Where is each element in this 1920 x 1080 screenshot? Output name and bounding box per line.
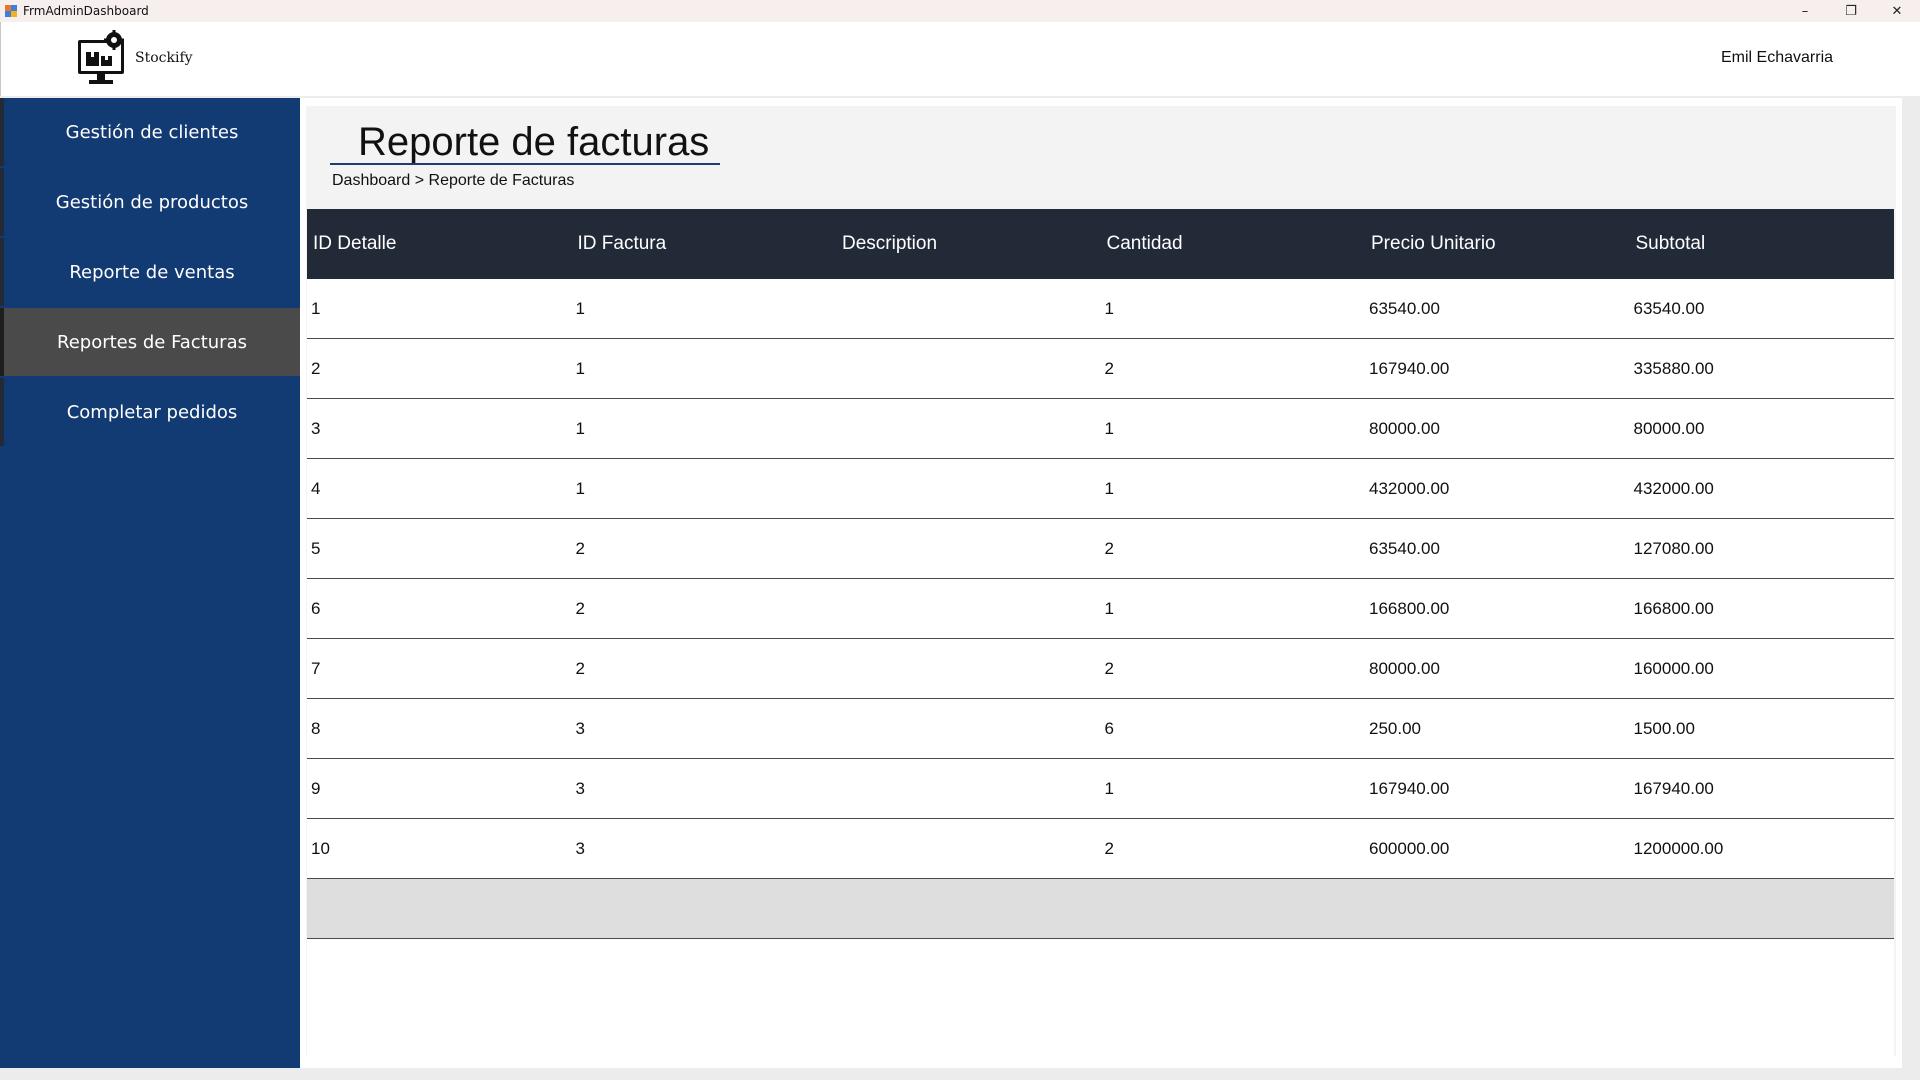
column-header-id-factura[interactable]: ID Factura: [572, 233, 837, 255]
cell-precio-unitario[interactable]: 600000.00: [1365, 839, 1630, 859]
cell-subtotal[interactable]: 127080.00: [1630, 539, 1895, 559]
cell-id-detalle[interactable]: 1: [307, 299, 572, 319]
table-row[interactable]: 9 3 1 167940.00 167940.00: [307, 759, 1894, 819]
table-body: 1 1 1 63540.00 63540.00 2 1 2 167940.00 …: [307, 279, 1894, 1057]
cell-id-factura[interactable]: 1: [572, 299, 837, 319]
cell-id-factura[interactable]: 1: [572, 359, 837, 379]
sidebar-item-label: Completar pedidos: [66, 401, 238, 423]
sidebar-item-gestion-clientes[interactable]: Gestión de clientes: [0, 98, 300, 166]
cell-cantidad[interactable]: 1: [1101, 419, 1366, 439]
sidebar-item-label: Reporte de ventas: [69, 261, 235, 283]
cell-cantidad[interactable]: 1: [1101, 599, 1366, 619]
cell-subtotal[interactable]: 1500.00: [1630, 719, 1895, 739]
page-title: Reporte de facturas: [358, 120, 710, 164]
breadcrumb: Dashboard > Reporte de Facturas: [332, 172, 575, 189]
column-header-description[interactable]: Description: [836, 233, 1101, 255]
monitor-gear-logo-icon: [78, 30, 124, 84]
cell-subtotal[interactable]: 63540.00: [1630, 299, 1895, 319]
brand-name: Stockify: [135, 50, 193, 66]
app-header: Stockify Emil Echavarria: [0, 22, 1920, 96]
sidebar-item-gestion-productos[interactable]: Gestión de productos: [0, 168, 300, 236]
table-row[interactable]: 8 3 6 250.00 1500.00: [307, 699, 1894, 759]
cell-subtotal[interactable]: 432000.00: [1630, 479, 1895, 499]
table-row[interactable]: 7 2 2 80000.00 160000.00: [307, 639, 1894, 699]
cell-id-factura[interactable]: 2: [572, 539, 837, 559]
cell-id-detalle[interactable]: 6: [307, 599, 572, 619]
cell-id-detalle[interactable]: 9: [307, 779, 572, 799]
app-icon: [5, 5, 17, 17]
cell-id-factura[interactable]: 3: [572, 779, 837, 799]
column-header-id-detalle[interactable]: ID Detalle: [307, 233, 572, 255]
sidebar-item-label: Gestión de productos: [55, 191, 249, 213]
table-row[interactable]: 3 1 1 80000.00 80000.00: [307, 399, 1894, 459]
table-row[interactable]: 6 2 1 166800.00 166800.00: [307, 579, 1894, 639]
cell-cantidad[interactable]: 2: [1101, 539, 1366, 559]
table-row[interactable]: 10 3 2 600000.00 1200000.00: [307, 819, 1894, 879]
sidebar-item-reportes-facturas[interactable]: Reportes de Facturas: [0, 308, 300, 376]
invoice-details-table[interactable]: ID Detalle ID Factura Description Cantid…: [307, 209, 1894, 1057]
cell-id-detalle[interactable]: 4: [307, 479, 572, 499]
sidebar-item-label: Reportes de Facturas: [57, 331, 247, 353]
cell-precio-unitario[interactable]: 167940.00: [1365, 359, 1630, 379]
cell-subtotal[interactable]: 1200000.00: [1630, 839, 1895, 859]
cell-id-factura[interactable]: 2: [572, 659, 837, 679]
cell-subtotal[interactable]: 167940.00: [1630, 779, 1895, 799]
cell-subtotal[interactable]: 166800.00: [1630, 599, 1895, 619]
cell-id-factura[interactable]: 3: [572, 719, 837, 739]
table-header: ID Detalle ID Factura Description Cantid…: [307, 209, 1894, 279]
cell-precio-unitario[interactable]: 166800.00: [1365, 599, 1630, 619]
cell-id-factura[interactable]: 1: [572, 479, 837, 499]
window-titlebar: FrmAdminDashboard – ❐ ✕: [0, 0, 1920, 22]
title-underline: [330, 163, 720, 165]
cell-precio-unitario[interactable]: 250.00: [1365, 719, 1630, 739]
cell-precio-unitario[interactable]: 80000.00: [1365, 659, 1630, 679]
user-name: Emil Echavarria: [1721, 49, 1834, 66]
table-new-row[interactable]: [307, 879, 1894, 939]
table-row[interactable]: 5 2 2 63540.00 127080.00: [307, 519, 1894, 579]
cell-id-factura[interactable]: 3: [572, 839, 837, 859]
cell-precio-unitario[interactable]: 63540.00: [1365, 299, 1630, 319]
cell-id-detalle[interactable]: 3: [307, 419, 572, 439]
table-empty-area: [307, 939, 1894, 1057]
table-row[interactable]: 2 1 2 167940.00 335880.00: [307, 339, 1894, 399]
cell-cantidad[interactable]: 2: [1101, 659, 1366, 679]
cell-id-detalle[interactable]: 8: [307, 719, 572, 739]
cell-precio-unitario[interactable]: 167940.00: [1365, 779, 1630, 799]
cell-subtotal[interactable]: 80000.00: [1630, 419, 1895, 439]
window-title: FrmAdminDashboard: [23, 4, 149, 18]
cell-id-factura[interactable]: 1: [572, 419, 837, 439]
cell-cantidad[interactable]: 6: [1101, 719, 1366, 739]
sidebar-item-completar-pedidos[interactable]: Completar pedidos: [0, 378, 300, 446]
close-button[interactable]: ✕: [1874, 0, 1920, 22]
cell-precio-unitario[interactable]: 63540.00: [1365, 539, 1630, 559]
cell-subtotal[interactable]: 160000.00: [1630, 659, 1895, 679]
sidebar: Gestión de clientes Gestión de productos…: [0, 98, 300, 1068]
column-header-cantidad[interactable]: Cantidad: [1101, 233, 1366, 255]
cell-id-detalle[interactable]: 5: [307, 539, 572, 559]
cell-cantidad[interactable]: 1: [1101, 779, 1366, 799]
minimize-button[interactable]: –: [1782, 0, 1828, 22]
cell-id-detalle[interactable]: 7: [307, 659, 572, 679]
cell-cantidad[interactable]: 2: [1101, 359, 1366, 379]
cell-cantidad[interactable]: 1: [1101, 299, 1366, 319]
cell-precio-unitario[interactable]: 432000.00: [1365, 479, 1630, 499]
cell-cantidad[interactable]: 1: [1101, 479, 1366, 499]
cell-id-factura[interactable]: 2: [572, 599, 837, 619]
cell-cantidad[interactable]: 2: [1101, 839, 1366, 859]
column-header-precio-unitario[interactable]: Precio Unitario: [1365, 233, 1630, 255]
window-controls: – ❐ ✕: [1782, 0, 1920, 22]
cell-subtotal[interactable]: 335880.00: [1630, 359, 1895, 379]
cell-id-detalle[interactable]: 2: [307, 359, 572, 379]
cell-precio-unitario[interactable]: 80000.00: [1365, 419, 1630, 439]
sidebar-item-label: Gestión de clientes: [65, 121, 239, 143]
sidebar-item-reporte-ventas[interactable]: Reporte de ventas: [0, 238, 300, 306]
table-row[interactable]: 1 1 1 63540.00 63540.00: [307, 279, 1894, 339]
cell-id-detalle[interactable]: 10: [307, 839, 572, 859]
column-header-subtotal[interactable]: Subtotal: [1630, 233, 1895, 255]
table-row[interactable]: 4 1 1 432000.00 432000.00: [307, 459, 1894, 519]
restore-button[interactable]: ❐: [1828, 0, 1874, 22]
